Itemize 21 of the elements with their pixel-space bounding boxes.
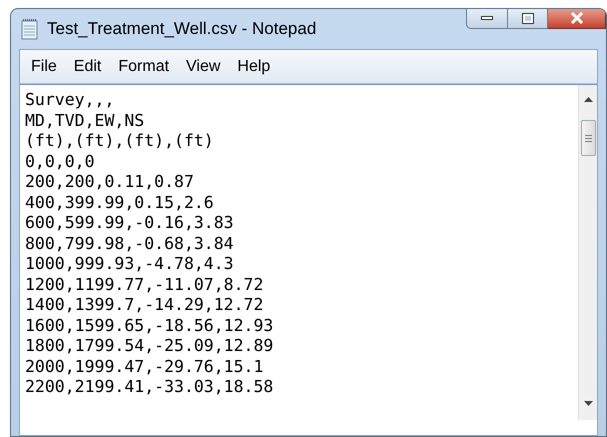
text-line: 800,799.98,-0.68,3.84 <box>25 234 234 254</box>
text-line: MD,TVD,EW,NS <box>25 110 144 131</box>
menu-item[interactable]: File <box>31 54 57 78</box>
text-line: 1200,1199.77,-11.07,8.72 <box>25 274 264 295</box>
text-line: 2200,2199.41,-33.03,18.58 <box>25 377 274 398</box>
menu-item[interactable]: Help <box>237 54 270 78</box>
menu-item[interactable]: Edit <box>74 54 102 78</box>
text-line: 1400,1399.7,-14.29,12.72 <box>25 295 264 316</box>
text-line: (ft),(ft),(ft),(ft) <box>25 131 214 152</box>
menu-item[interactable]: Format <box>118 54 170 78</box>
text-line: 200,200,0.11,0.87 <box>25 172 194 192</box>
text-line: 0,0,0,0 <box>25 152 95 172</box>
menu-item[interactable]: View <box>186 54 220 78</box>
text-line: 1000,999.93,-4.78,4.3 <box>25 254 234 274</box>
text-line: 400,399.99,0.15,2.6 <box>25 192 214 213</box>
text-line: 1600,1599.65,-18.56,12.93 <box>25 316 274 336</box>
text-line: 1800,1799.54,-25.09,12.89 <box>25 336 274 356</box>
text-line: Survey,,, <box>25 90 114 110</box>
window-title: Test_Treatment_Well.csv - Notepad <box>47 18 316 40</box>
text-line: 2000,1999.47,-29.76,15.1 <box>25 356 264 377</box>
text-line: 600,599.99,-0.16,3.83 <box>25 213 234 234</box>
